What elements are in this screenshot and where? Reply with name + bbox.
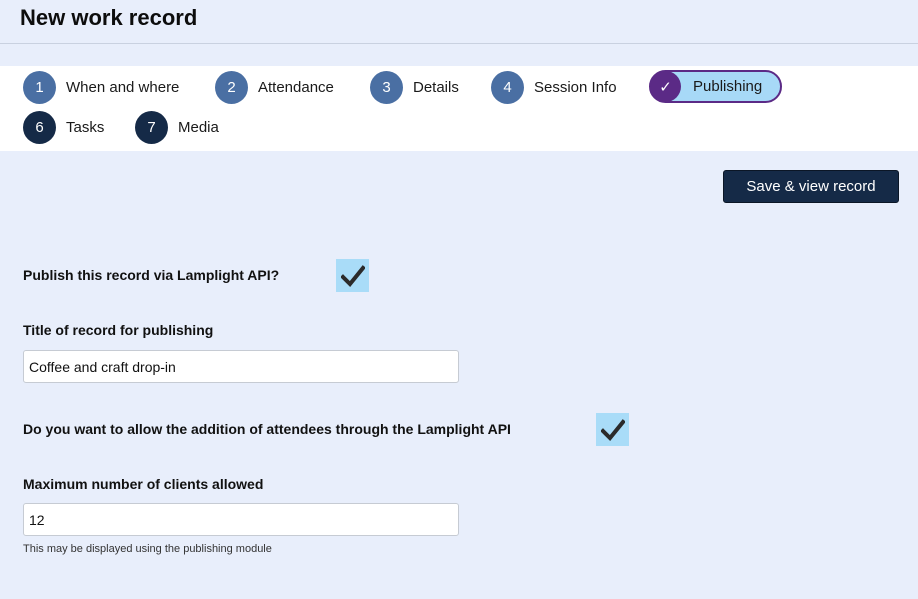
step-number: 3 bbox=[370, 70, 403, 104]
step-details[interactable]: 3 Details bbox=[370, 70, 459, 104]
step-label: When and where bbox=[66, 78, 180, 96]
step-session-info[interactable]: 4 Session Info bbox=[491, 70, 617, 104]
save-and-view-button[interactable]: Save & view record bbox=[723, 170, 899, 203]
step-label: Session Info bbox=[534, 78, 617, 96]
step-number: 2 bbox=[215, 70, 248, 104]
step-number: 1 bbox=[23, 70, 56, 104]
publish-title-input[interactable] bbox=[23, 350, 459, 383]
allow-attendees-label: Do you want to allow the addition of att… bbox=[23, 421, 511, 437]
step-number: 4 bbox=[491, 70, 524, 104]
step-label: Details bbox=[413, 78, 459, 96]
step-when-and-where[interactable]: 1 When and where bbox=[23, 70, 179, 104]
step-media[interactable]: 7 Media bbox=[135, 110, 219, 144]
step-number: 7 bbox=[135, 110, 168, 144]
step-label: Publishing bbox=[693, 78, 763, 95]
publish-api-checkbox[interactable] bbox=[336, 259, 369, 292]
step-publishing[interactable]: ✓ Publishing bbox=[649, 70, 782, 103]
max-clients-label: Maximum number of clients allowed bbox=[23, 476, 264, 492]
step-number: 6 bbox=[23, 110, 56, 144]
page-header: New work record bbox=[0, 0, 918, 44]
step-label: Attendance bbox=[258, 78, 334, 96]
publish-title-label: Title of record for publishing bbox=[23, 322, 214, 338]
allow-attendees-checkbox[interactable] bbox=[596, 413, 629, 446]
step-label: Media bbox=[178, 118, 219, 136]
checkmark-icon bbox=[600, 418, 625, 441]
publish-api-label: Publish this record via Lamplight API? bbox=[23, 267, 280, 283]
step-attendance[interactable]: 2 Attendance bbox=[215, 70, 334, 104]
step-navigation: 1 When and where 2 Attendance 3 Details … bbox=[0, 66, 918, 151]
check-icon: ✓ bbox=[650, 71, 681, 102]
checkmark-icon bbox=[340, 264, 365, 287]
max-clients-input[interactable] bbox=[23, 503, 459, 536]
step-label: Tasks bbox=[66, 118, 105, 136]
page-title: New work record bbox=[20, 5, 198, 30]
max-clients-hint: This may be displayed using the publishi… bbox=[23, 543, 272, 555]
step-tasks[interactable]: 6 Tasks bbox=[23, 110, 104, 144]
